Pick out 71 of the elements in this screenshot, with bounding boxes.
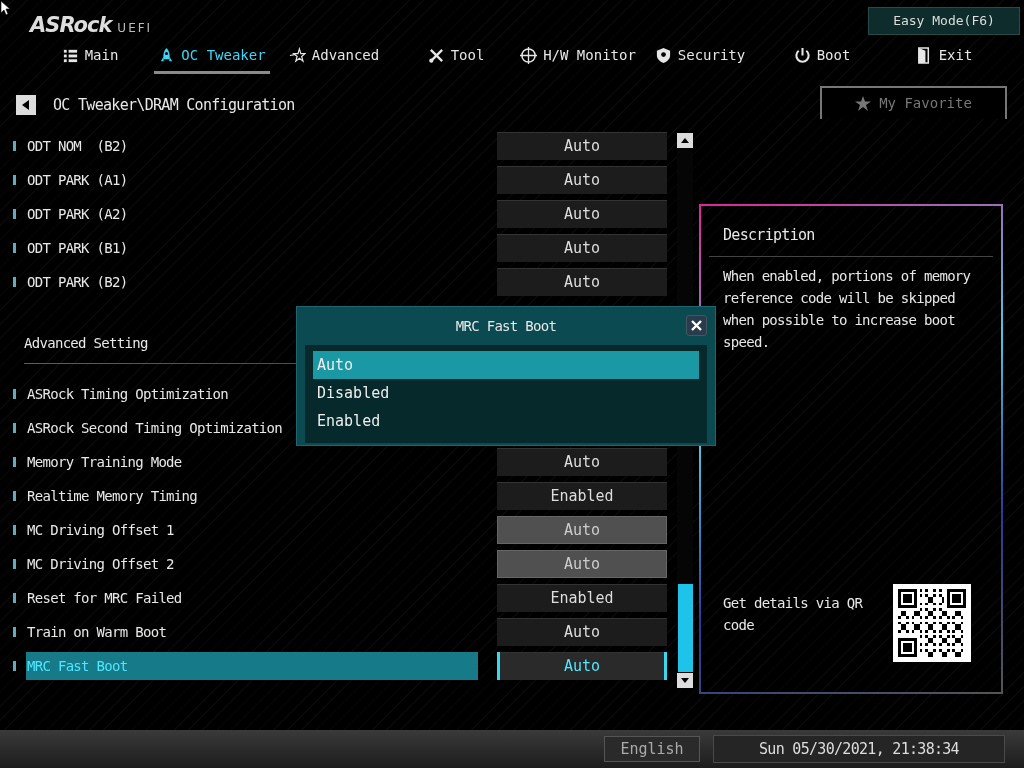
- value-dropdown[interactable]: Enabled: [497, 584, 667, 612]
- scroll-up-button[interactable]: [677, 133, 693, 148]
- favorite-button[interactable]: My Favorite: [820, 85, 1007, 119]
- setting-label[interactable]: ODT PARK (B2): [26, 268, 478, 296]
- setting-label[interactable]: ODT PARK (A1): [26, 166, 478, 194]
- tab[interactable]: Advanced: [284, 40, 384, 74]
- tab[interactable]: Boot: [789, 40, 855, 74]
- row-marker-icon: [13, 423, 16, 433]
- tools-icon: [427, 47, 445, 64]
- qr-caption: Get details via QR code: [723, 594, 864, 635]
- row-marker-icon: [13, 277, 16, 287]
- value-dropdown[interactable]: Enabled: [497, 482, 667, 510]
- row-marker-icon: [13, 661, 16, 671]
- tab[interactable]: Security: [650, 40, 750, 74]
- value-dropdown[interactable]: Auto: [497, 652, 667, 680]
- value-dropdown[interactable]: Auto: [497, 132, 667, 160]
- section-heading: Advanced Setting: [24, 333, 148, 353]
- back-button[interactable]: [16, 95, 36, 115]
- row-marker-icon: [13, 593, 16, 603]
- setting-label[interactable]: ODT NOM (B2): [26, 132, 478, 160]
- tab[interactable]: Tool: [423, 40, 489, 74]
- down-arrow-icon: [681, 678, 689, 683]
- row-marker-icon: [13, 491, 16, 501]
- list-icon: [61, 47, 79, 64]
- tab[interactable]: Main: [57, 40, 123, 74]
- setting-label[interactable]: Realtime Memory Timing: [26, 482, 478, 510]
- setting-label[interactable]: Train on Warm Boot: [26, 618, 478, 646]
- row-marker-icon: [13, 209, 16, 219]
- row-marker-icon: [13, 627, 16, 637]
- language-button[interactable]: English: [604, 736, 700, 762]
- value-dropdown[interactable]: Auto: [497, 268, 667, 296]
- shield-icon: [654, 47, 672, 64]
- row-marker-icon: [13, 243, 16, 253]
- value-dropdown[interactable]: Auto: [497, 618, 667, 646]
- row-marker-icon: [13, 141, 16, 151]
- crosshair-icon: [520, 47, 538, 64]
- setting-label[interactable]: ODT PARK (B1): [26, 234, 478, 262]
- back-arrow-icon: [22, 100, 30, 110]
- easy-mode-button[interactable]: Easy Mode(F6): [868, 7, 1020, 35]
- value-dropdown[interactable]: Auto: [497, 200, 667, 228]
- scroll-thumb[interactable]: [677, 584, 693, 672]
- value-dropdown[interactable]: Auto: [497, 166, 667, 194]
- close-button[interactable]: [686, 315, 707, 336]
- row-marker-icon: [13, 175, 16, 185]
- close-icon: [691, 320, 702, 331]
- tab[interactable]: H/W Monitor: [516, 40, 640, 74]
- power-icon: [793, 47, 811, 64]
- logo-suffix: UEFI: [117, 20, 153, 37]
- description-text: When enabled, portions of memory reference code will be skipped when possible to increase boot speed.: [722, 267, 972, 352]
- row-marker-icon: [13, 457, 16, 467]
- tab[interactable]: OC Tweaker: [154, 40, 270, 74]
- setting-label[interactable]: Memory Training Mode: [26, 448, 478, 476]
- setting-label[interactable]: ODT PARK (A2): [26, 200, 478, 228]
- date-time-display: Sun 05/30/2021, 21:38:34: [713, 735, 1005, 763]
- value-dropdown[interactable]: Auto: [497, 234, 667, 262]
- star-icon: [855, 95, 872, 111]
- dialog-option[interactable]: Enabled: [313, 407, 699, 435]
- row-marker-icon: [13, 389, 16, 399]
- dialog-option[interactable]: Disabled: [313, 379, 699, 407]
- row-marker-icon: [13, 559, 16, 569]
- breadcrumb: OC Tweaker\DRAM Configuration: [53, 94, 295, 116]
- scroll-down-button[interactable]: [677, 673, 693, 688]
- setting-label[interactable]: Reset for MRC Failed: [26, 584, 478, 612]
- panel-title: Description: [722, 225, 816, 246]
- value-dropdown[interactable]: Auto: [497, 448, 667, 476]
- row-marker-icon: [13, 525, 16, 535]
- tab[interactable]: Exit: [911, 40, 977, 74]
- star-icon: [288, 47, 306, 64]
- logo-text: ASRock: [30, 12, 112, 39]
- up-arrow-icon: [681, 138, 689, 143]
- dialog-title: MRC Fast Boot: [454, 316, 558, 336]
